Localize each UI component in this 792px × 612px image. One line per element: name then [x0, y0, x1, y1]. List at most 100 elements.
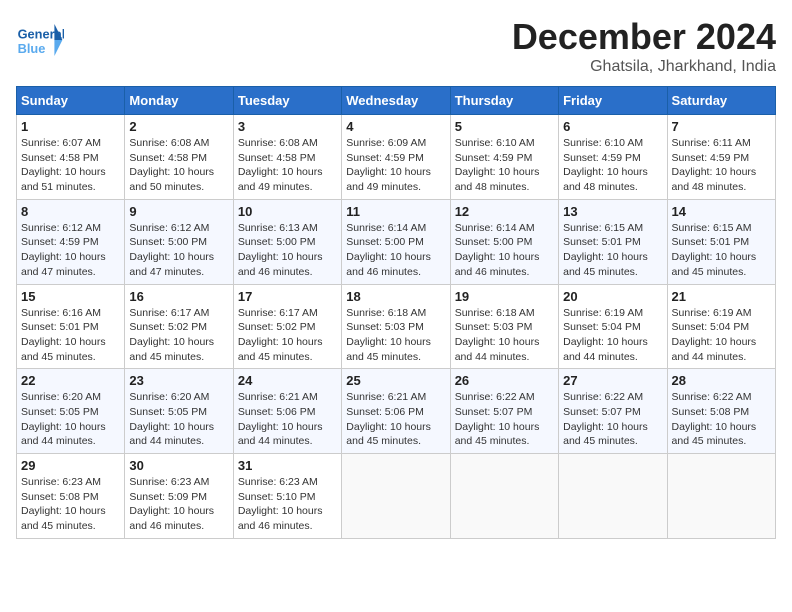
day-number: 26: [455, 373, 554, 388]
day-15: 15 Sunrise: 6:16 AMSunset: 5:01 PMDayligh…: [17, 284, 125, 369]
day-number: 30: [129, 458, 228, 473]
week-row-3: 15 Sunrise: 6:16 AMSunset: 5:01 PMDayligh…: [17, 284, 776, 369]
week-row-1: 1Sunrise: 6:07 AMSunset: 4:58 PMDaylight…: [17, 115, 776, 200]
day-6: 6Sunrise: 6:10 AMSunset: 4:59 PMDaylight…: [559, 115, 667, 200]
day-info: Sunrise: 6:22 AMSunset: 5:07 PMDaylight:…: [563, 390, 662, 449]
day-16: 16 Sunrise: 6:17 AMSunset: 5:02 PMDayligh…: [125, 284, 233, 369]
day-number: 19: [455, 289, 554, 304]
day-number: 5: [455, 119, 554, 134]
day-info: Sunrise: 6:23 AMSunset: 5:08 PMDaylight:…: [21, 475, 120, 534]
day-number: 11: [346, 204, 445, 219]
day-info: Sunrise: 6:13 AMSunset: 5:00 PMDaylight:…: [238, 221, 337, 280]
day-number: 20: [563, 289, 662, 304]
day-number: 18: [346, 289, 445, 304]
day-info: Sunrise: 6:19 AMSunset: 5:04 PMDaylight:…: [672, 306, 771, 365]
day-info: Sunrise: 6:20 AMSunset: 5:05 PMDaylight:…: [21, 390, 120, 449]
day-26: 26 Sunrise: 6:22 AMSunset: 5:07 PMDayligh…: [450, 369, 558, 454]
day-empty: [667, 454, 775, 539]
day-number: 25: [346, 373, 445, 388]
day-info: Sunrise: 6:10 AMSunset: 4:59 PMDaylight:…: [455, 136, 554, 195]
day-empty: [450, 454, 558, 539]
day-12: 12 Sunrise: 6:14 AMSunset: 5:00 PMDayligh…: [450, 199, 558, 284]
day-30: 30 Sunrise: 6:23 AMSunset: 5:09 PMDayligh…: [125, 454, 233, 539]
day-info: Sunrise: 6:22 AMSunset: 5:07 PMDaylight:…: [455, 390, 554, 449]
day-number: 21: [672, 289, 771, 304]
day-info: Sunrise: 6:09 AMSunset: 4:59 PMDaylight:…: [346, 136, 445, 195]
col-thursday: Thursday: [450, 87, 558, 115]
day-info: Sunrise: 6:14 AMSunset: 5:00 PMDaylight:…: [455, 221, 554, 280]
day-number: 22: [21, 373, 120, 388]
day-number: 13: [563, 204, 662, 219]
day-info: Sunrise: 6:23 AMSunset: 5:09 PMDaylight:…: [129, 475, 228, 534]
day-number: 27: [563, 373, 662, 388]
day-number: 29: [21, 458, 120, 473]
day-9: 9Sunrise: 6:12 AMSunset: 5:00 PMDaylight…: [125, 199, 233, 284]
day-number: 23: [129, 373, 228, 388]
day-info: Sunrise: 6:07 AMSunset: 4:58 PMDaylight:…: [21, 136, 120, 195]
day-info: Sunrise: 6:17 AMSunset: 5:02 PMDaylight:…: [238, 306, 337, 365]
day-number: 31: [238, 458, 337, 473]
day-28: 28Sunrise: 6:22 AMSunset: 5:08 PMDayligh…: [667, 369, 775, 454]
day-info: Sunrise: 6:21 AMSunset: 5:06 PMDaylight:…: [346, 390, 445, 449]
week-row-5: 29 Sunrise: 6:23 AMSunset: 5:08 PMDayligh…: [17, 454, 776, 539]
day-number: 7: [672, 119, 771, 134]
day-10: 10 Sunrise: 6:13 AMSunset: 5:00 PMDayligh…: [233, 199, 341, 284]
day-number: 2: [129, 119, 228, 134]
day-7: 7 Sunrise: 6:11 AMSunset: 4:59 PMDaylight…: [667, 115, 775, 200]
day-17: 17 Sunrise: 6:17 AMSunset: 5:02 PMDayligh…: [233, 284, 341, 369]
day-number: 6: [563, 119, 662, 134]
day-20: 20 Sunrise: 6:19 AMSunset: 5:04 PMDayligh…: [559, 284, 667, 369]
day-number: 17: [238, 289, 337, 304]
day-number: 10: [238, 204, 337, 219]
day-25: 25 Sunrise: 6:21 AMSunset: 5:06 PMDayligh…: [342, 369, 450, 454]
day-info: Sunrise: 6:18 AMSunset: 5:03 PMDaylight:…: [346, 306, 445, 365]
day-29: 29 Sunrise: 6:23 AMSunset: 5:08 PMDayligh…: [17, 454, 125, 539]
day-info: Sunrise: 6:08 AMSunset: 4:58 PMDaylight:…: [129, 136, 228, 195]
day-1: 1Sunrise: 6:07 AMSunset: 4:58 PMDaylight…: [17, 115, 125, 200]
day-info: Sunrise: 6:11 AMSunset: 4:59 PMDaylight:…: [672, 136, 771, 195]
col-wednesday: Wednesday: [342, 87, 450, 115]
day-info: Sunrise: 6:17 AMSunset: 5:02 PMDaylight:…: [129, 306, 228, 365]
header-row: Sunday Monday Tuesday Wednesday Thursday…: [17, 87, 776, 115]
day-number: 16: [129, 289, 228, 304]
day-27: 27 Sunrise: 6:22 AMSunset: 5:07 PMDayligh…: [559, 369, 667, 454]
calendar: Sunday Monday Tuesday Wednesday Thursday…: [16, 86, 776, 539]
day-info: Sunrise: 6:19 AMSunset: 5:04 PMDaylight:…: [563, 306, 662, 365]
day-18: 18 Sunrise: 6:18 AMSunset: 5:03 PMDayligh…: [342, 284, 450, 369]
day-info: Sunrise: 6:08 AMSunset: 4:58 PMDaylight:…: [238, 136, 337, 195]
day-number: 24: [238, 373, 337, 388]
week-row-4: 22 Sunrise: 6:20 AMSunset: 5:05 PMDayligh…: [17, 369, 776, 454]
day-number: 9: [129, 204, 228, 219]
day-info: Sunrise: 6:12 AMSunset: 4:59 PMDaylight:…: [21, 221, 120, 280]
day-13: 13Sunrise: 6:15 AMSunset: 5:01 PMDayligh…: [559, 199, 667, 284]
day-number: 12: [455, 204, 554, 219]
day-info: Sunrise: 6:21 AMSunset: 5:06 PMDaylight:…: [238, 390, 337, 449]
day-number: 28: [672, 373, 771, 388]
logo: General Blue: [16, 16, 68, 64]
col-saturday: Saturday: [667, 87, 775, 115]
day-5: 5 Sunrise: 6:10 AMSunset: 4:59 PMDaylight…: [450, 115, 558, 200]
day-number: 4: [346, 119, 445, 134]
logo-icon: General Blue: [16, 16, 64, 64]
day-24: 24 Sunrise: 6:21 AMSunset: 5:06 PMDayligh…: [233, 369, 341, 454]
title-area: December 2024 Ghatsila, Jharkhand, India: [512, 16, 776, 76]
day-number: 15: [21, 289, 120, 304]
day-2: 2 Sunrise: 6:08 AMSunset: 4:58 PMDaylight…: [125, 115, 233, 200]
col-sunday: Sunday: [17, 87, 125, 115]
month-title: December 2024: [512, 16, 776, 58]
day-number: 8: [21, 204, 120, 219]
day-31: 31 Sunrise: 6:23 AMSunset: 5:10 PMDayligh…: [233, 454, 341, 539]
day-info: Sunrise: 6:15 AMSunset: 5:01 PMDaylight:…: [672, 221, 771, 280]
day-22: 22 Sunrise: 6:20 AMSunset: 5:05 PMDayligh…: [17, 369, 125, 454]
day-4: 4 Sunrise: 6:09 AMSunset: 4:59 PMDaylight…: [342, 115, 450, 200]
day-number: 3: [238, 119, 337, 134]
day-21: 21 Sunrise: 6:19 AMSunset: 5:04 PMDayligh…: [667, 284, 775, 369]
location-title: Ghatsila, Jharkhand, India: [512, 58, 776, 76]
day-info: Sunrise: 6:23 AMSunset: 5:10 PMDaylight:…: [238, 475, 337, 534]
day-14: 14Sunrise: 6:15 AMSunset: 5:01 PMDayligh…: [667, 199, 775, 284]
svg-text:Blue: Blue: [18, 41, 46, 56]
day-8: 8 Sunrise: 6:12 AMSunset: 4:59 PMDaylight…: [17, 199, 125, 284]
day-info: Sunrise: 6:16 AMSunset: 5:01 PMDaylight:…: [21, 306, 120, 365]
day-empty: [342, 454, 450, 539]
day-11: 11Sunrise: 6:14 AMSunset: 5:00 PMDayligh…: [342, 199, 450, 284]
